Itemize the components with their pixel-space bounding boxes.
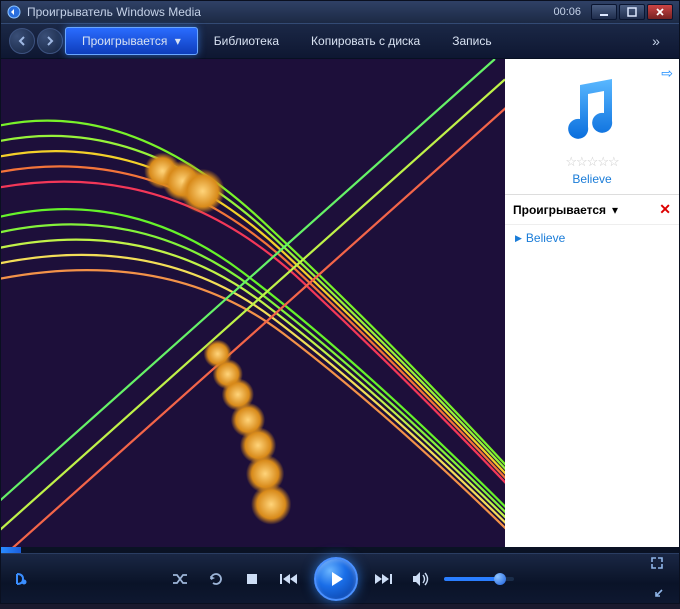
rating-stars[interactable]: ☆☆☆☆☆: [513, 154, 671, 170]
titlebar: Проигрыватель Windows Media 00:06: [1, 1, 679, 23]
tab-library[interactable]: Библиотека: [198, 28, 295, 54]
now-playing-info: ⇨ ☆☆☆☆☆ Believe: [505, 59, 679, 194]
visualization-graphic: [1, 59, 505, 547]
tab-rip[interactable]: Копировать с диска: [295, 28, 436, 54]
playlist-item-label: Believe: [526, 231, 565, 245]
nav-bar: Проигрывается ▾ Библиотека Копировать с …: [1, 23, 679, 59]
playing-indicator-icon: ▶: [515, 233, 522, 244]
previous-button[interactable]: [274, 565, 302, 593]
tab-label: Запись: [452, 34, 491, 48]
playlist-header: Проигрывается ▾ ✕: [505, 194, 679, 225]
tab-label: Копировать с диска: [311, 34, 420, 48]
play-button[interactable]: [314, 557, 358, 601]
chevron-down-icon[interactable]: ▾: [612, 203, 618, 217]
mute-button[interactable]: [406, 565, 434, 593]
maximize-button[interactable]: [619, 4, 645, 20]
tabs-overflow-button[interactable]: »: [645, 27, 667, 55]
tab-label: Библиотека: [214, 34, 279, 48]
clock: 00:06: [553, 6, 581, 18]
playlist-item[interactable]: ▶ Believe: [505, 225, 679, 251]
tab-label: Проигрывается: [82, 34, 167, 48]
close-button[interactable]: [647, 4, 673, 20]
minimize-button[interactable]: [591, 4, 617, 20]
tab-now-playing[interactable]: Проигрывается ▾: [65, 27, 198, 55]
expand-arrow-icon[interactable]: ⇨: [661, 65, 673, 82]
app-window: Проигрыватель Windows Media 00:06 Проигр…: [0, 0, 680, 604]
tab-burn[interactable]: Запись: [436, 28, 507, 54]
track-title: Believe: [513, 172, 671, 186]
app-title: Проигрыватель Windows Media: [27, 5, 553, 19]
compact-mode-button[interactable]: [646, 581, 668, 609]
music-note-icon: [556, 73, 628, 145]
playlist-sidebar: ⇨ ☆☆☆☆☆ Believe Проигрывается ▾ ✕ ▶ Beli…: [505, 59, 679, 547]
playback-controls: [1, 553, 679, 603]
playlist-header-label: Проигрывается: [513, 203, 606, 217]
chevron-down-icon: ▾: [175, 34, 181, 48]
nav-forward-button[interactable]: [37, 28, 63, 54]
fullscreen-button[interactable]: [646, 549, 668, 577]
shuffle-button[interactable]: [166, 565, 194, 593]
stop-button[interactable]: [238, 565, 266, 593]
volume-fill: [444, 577, 500, 581]
visualization-pane[interactable]: [1, 59, 505, 547]
clear-playlist-button[interactable]: ✕: [659, 201, 671, 218]
volume-slider[interactable]: [444, 577, 514, 581]
main-area: ⇨ ☆☆☆☆☆ Believe Проигрывается ▾ ✕ ▶ Beli…: [1, 59, 679, 547]
app-icon: [7, 5, 21, 19]
nav-back-button[interactable]: [9, 28, 35, 54]
switch-view-button[interactable]: [13, 565, 29, 593]
volume-thumb[interactable]: [494, 573, 506, 585]
next-button[interactable]: [370, 565, 398, 593]
repeat-button[interactable]: [202, 565, 230, 593]
